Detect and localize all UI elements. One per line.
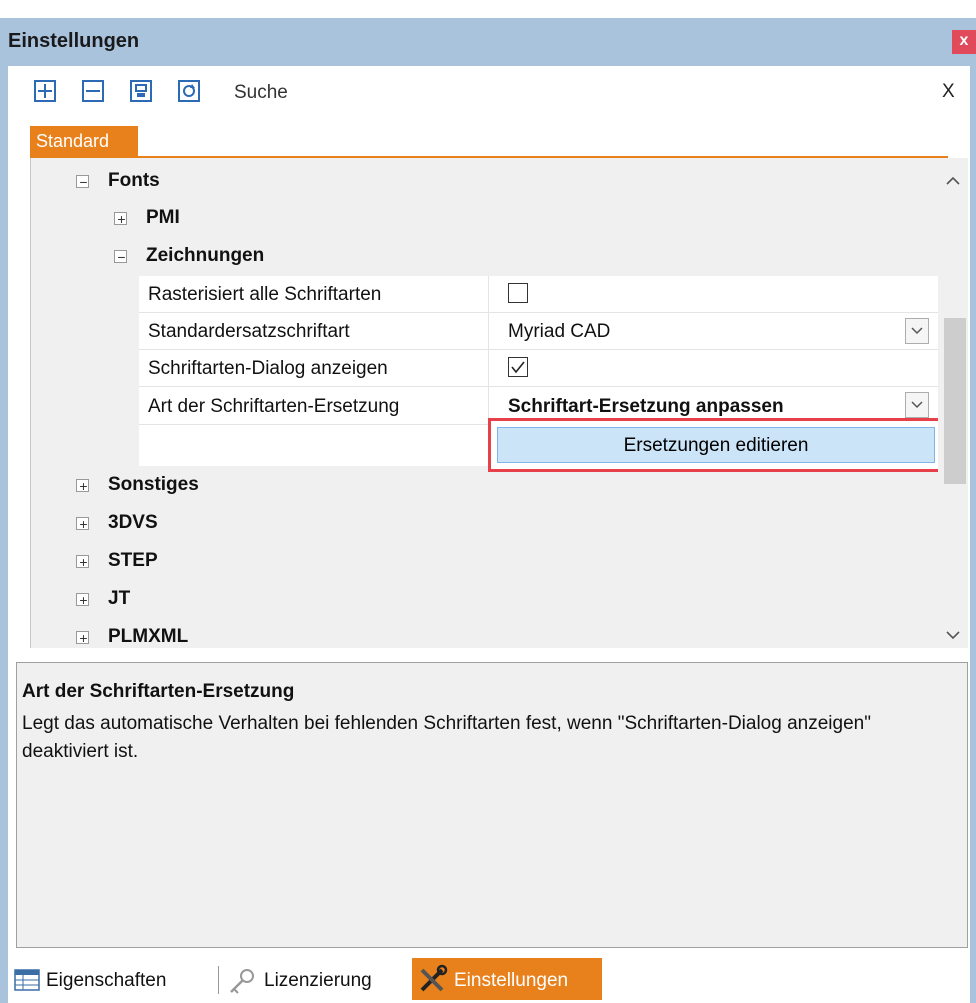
collapse-all-icon[interactable] (82, 80, 104, 102)
expand-jt-toggle[interactable]: + (76, 592, 89, 608)
art-ersetzung-value[interactable]: Schriftart-Ersetzung anpassen (508, 396, 784, 418)
tree-node-plmxml[interactable]: PLMXML (108, 626, 188, 648)
tree-node-sonstiges[interactable]: Sonstiges (108, 474, 199, 496)
scroll-up-icon[interactable] (946, 176, 960, 186)
key-icon (230, 969, 254, 994)
expand-all-icon[interactable] (34, 80, 56, 102)
rasterisiert-checkbox[interactable] (508, 283, 528, 303)
standardersatzschriftart-value[interactable]: Myriad CAD (508, 321, 610, 343)
tab-einstellungen[interactable]: Einstellungen (412, 958, 602, 1000)
grid-line (139, 386, 938, 387)
collapse-fonts-toggle[interactable]: − (76, 174, 89, 190)
tab-lizenzierung[interactable]: Lizenzierung (228, 960, 408, 1000)
clear-search-button[interactable]: X (942, 81, 955, 103)
title-bar: Einstellungen x (0, 0, 976, 66)
refresh-icon[interactable] (178, 80, 200, 102)
tools-icon (420, 964, 448, 992)
grid-line (139, 312, 938, 313)
checkmark-icon (511, 361, 525, 374)
tree-node-pmi[interactable]: PMI (146, 207, 180, 229)
description-panel (16, 662, 968, 948)
scroll-down-icon[interactable] (946, 630, 960, 640)
dropdown-chevron-icon[interactable] (905, 392, 929, 418)
property-label-rasterisiert: Rasterisiert alle Schriftarten (148, 284, 382, 305)
tab-eigenschaften-label: Eigenschaften (46, 970, 167, 991)
close-button[interactable]: x (952, 30, 976, 54)
tab-lizenzierung-label: Lizenzierung (264, 970, 372, 991)
table-icon (14, 969, 40, 991)
ersetzungen-editieren-button[interactable]: Ersetzungen editieren (497, 427, 935, 463)
collapse-zeichnungen-toggle[interactable]: − (114, 249, 127, 265)
window-title: Einstellungen (8, 30, 140, 52)
expand-step-toggle[interactable]: + (76, 554, 89, 570)
grid-line (139, 349, 938, 350)
property-label-art-ersetzung: Art der Schriftarten-Ersetzung (148, 396, 400, 417)
tree-node-step[interactable]: STEP (108, 550, 158, 572)
description-text: Legt das automatische Verhalten bei fehl… (22, 713, 871, 762)
category-indent-bg (31, 276, 139, 466)
expand-sonstiges-toggle[interactable]: + (76, 478, 89, 494)
tab-divider (218, 966, 219, 994)
dialog-anzeigen-checkbox[interactable] (508, 357, 528, 377)
tree-node-fonts[interactable]: Fonts (108, 170, 160, 192)
tree-node-3dvs[interactable]: 3DVS (108, 512, 158, 534)
expand-3dvs-toggle[interactable]: + (76, 516, 89, 532)
tab-einstellungen-label: Einstellungen (454, 970, 569, 991)
description-title: Art der Schriftarten-Ersetzung (22, 681, 295, 702)
expand-plmxml-toggle[interactable]: + (76, 630, 89, 646)
search-label[interactable]: Suche (234, 82, 288, 104)
title-bar-fill (0, 18, 976, 66)
property-label-standardersatzschriftart: Standardersatzschriftart (148, 321, 350, 342)
tab-standard[interactable]: Standard (30, 126, 138, 158)
save-icon[interactable] (130, 80, 152, 102)
property-label-dialog-anzeigen: Schriftarten-Dialog anzeigen (148, 358, 388, 379)
tree-node-jt[interactable]: JT (108, 588, 130, 610)
dropdown-chevron-icon[interactable] (905, 318, 929, 344)
tab-eigenschaften[interactable]: Eigenschaften (14, 960, 210, 1000)
scrollbar-thumb[interactable] (944, 318, 966, 484)
tree-node-zeichnungen[interactable]: Zeichnungen (146, 245, 264, 267)
expand-pmi-toggle[interactable]: + (114, 211, 127, 227)
